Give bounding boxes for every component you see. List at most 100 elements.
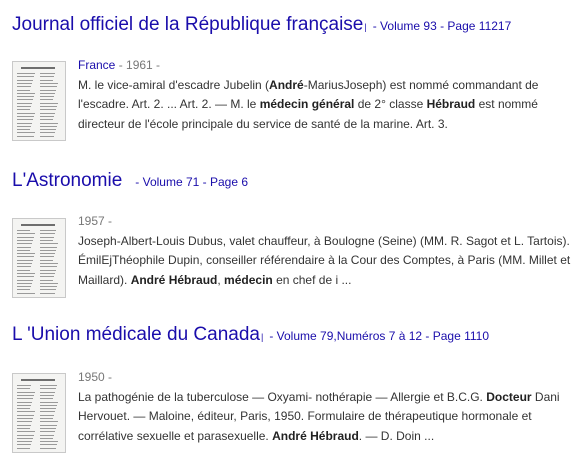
- text-line-mark: [17, 447, 30, 449]
- text-line-mark: [17, 129, 30, 131]
- text-line-mark: [40, 418, 53, 419]
- text-line-mark: [17, 408, 30, 410]
- highlighted-term: médecin: [224, 272, 273, 287]
- text-line-mark: [17, 96, 34, 98]
- text-line-mark: [17, 385, 31, 386]
- text-line-mark: [40, 421, 58, 423]
- text-line-mark: [17, 279, 33, 281]
- text-line-mark: [17, 112, 35, 114]
- text-line-mark: [17, 414, 34, 416]
- text-line-mark: [40, 243, 58, 245]
- text-line-mark: [17, 418, 33, 419]
- text-line-mark: [17, 89, 30, 91]
- text-line-mark: [40, 82, 58, 84]
- text-line-mark: [17, 292, 35, 294]
- result-snippet: 1950 - La pathogénie de la tuberculose —…: [78, 368, 574, 446]
- text-line-mark: [40, 431, 55, 433]
- result-title-line: Journal officiel de la République frança…: [12, 14, 511, 36]
- text-line-mark: [17, 269, 30, 271]
- book-thumbnail[interactable]: [12, 218, 66, 298]
- text-line-mark: [40, 269, 56, 271]
- result-title-link[interactable]: L'Astronomie: [12, 170, 122, 192]
- text-line-mark: [17, 427, 30, 429]
- text-line-mark: [17, 263, 32, 264]
- text-line-mark: [40, 447, 56, 449]
- text-line-mark: [40, 279, 53, 281]
- book-thumbnail[interactable]: [12, 373, 66, 453]
- text-line-mark: [40, 282, 58, 284]
- text-line-mark: [17, 92, 35, 94]
- text-line-mark: [17, 236, 34, 238]
- text-line-mark: [40, 99, 53, 101]
- text-line-mark: [40, 89, 56, 91]
- result-year: 1957 -: [78, 214, 113, 228]
- text-line-mark: [40, 401, 58, 403]
- text-line-mark: [17, 401, 32, 403]
- text-line-mark: [17, 411, 35, 413]
- text-line-mark: [40, 76, 54, 78]
- text-line-mark: [17, 99, 33, 101]
- text-line-mark: [17, 286, 31, 288]
- result-source: France - 1961 -: [78, 56, 574, 76]
- text-line-mark: [40, 411, 55, 413]
- text-line-mark: [40, 388, 56, 390]
- external-link-icon: |: [364, 22, 367, 32]
- text-line-mark: [17, 441, 32, 443]
- text-line-mark: [17, 73, 35, 74]
- text-line-mark: [40, 233, 55, 235]
- text-line-mark: [40, 289, 56, 291]
- highlighted-term: André Hébraud: [272, 428, 359, 443]
- text-line-mark: [40, 266, 57, 268]
- text-line-mark: [40, 398, 53, 400]
- text-line-mark: [40, 106, 57, 107]
- volume-page-link[interactable]: - Volume 71 - Page 6: [135, 175, 248, 189]
- result-title-link[interactable]: Journal officiel de la République frança…: [12, 14, 363, 36]
- text-line-mark: [17, 106, 31, 107]
- text-line-mark: [17, 253, 35, 255]
- result-snippet: France - 1961 - M. le vice-amiral d'esca…: [78, 56, 574, 134]
- text-line-mark: [40, 102, 58, 104]
- page-heading-mark: [21, 224, 55, 226]
- text-line-mark: [40, 115, 54, 117]
- text-line-mark: [40, 272, 55, 274]
- page-heading-mark: [21, 379, 55, 381]
- text-line-mark: [40, 256, 54, 258]
- text-line-mark: [17, 259, 33, 261]
- text-line-mark: [17, 243, 32, 245]
- book-thumbnail[interactable]: [12, 61, 66, 141]
- volume-page-link[interactable]: - Volume 93 - Page 11217: [373, 19, 512, 33]
- publisher-link[interactable]: France: [78, 58, 115, 72]
- text-line-mark: [40, 79, 53, 81]
- text-line-mark: [17, 404, 31, 406]
- highlighted-term: médecin général: [259, 97, 355, 111]
- highlighted-term: Docteur: [486, 389, 532, 404]
- text-line-mark: [40, 437, 53, 439]
- text-line-mark: [17, 249, 30, 251]
- text-line-mark: [40, 391, 55, 393]
- external-link-icon: |: [260, 332, 264, 342]
- snippet-run: M. le vice-amiral d'escadre Jubelin (: [78, 77, 270, 92]
- result-title-line: L'Astronomie - Volume 71 - Page 6: [12, 170, 248, 192]
- text-line-mark: [40, 427, 56, 429]
- text-line-mark: [17, 246, 31, 248]
- text-line-mark: [17, 266, 31, 268]
- volume-page-link[interactable]: - Volume 79,Numéros 7 à 12 - Page 1110: [269, 329, 489, 343]
- text-line-mark: [17, 102, 32, 104]
- text-line-mark: [17, 398, 33, 400]
- text-line-mark: [40, 135, 54, 137]
- text-line-mark: [17, 230, 30, 231]
- text-line-mark: [40, 286, 57, 288]
- text-line-mark: [40, 246, 57, 248]
- highlighted-term: André: [269, 77, 304, 92]
- text-line-mark: [17, 119, 33, 121]
- result-snippet: 1957 - Joseph-Albert-Louis Dubus, valet …: [78, 212, 574, 290]
- text-line-mark: [40, 129, 56, 131]
- result-title-link[interactable]: L 'Union médicale du Canada: [12, 324, 260, 346]
- text-line-mark: [40, 408, 56, 410]
- text-line-mark: [40, 236, 54, 238]
- result-title-line: L 'Union médicale du Canada | - Volume 7…: [12, 324, 489, 346]
- text-line-mark: [40, 230, 56, 231]
- text-line-mark: [17, 76, 34, 78]
- text-line-mark: [40, 132, 55, 134]
- text-line-mark: [40, 394, 54, 396]
